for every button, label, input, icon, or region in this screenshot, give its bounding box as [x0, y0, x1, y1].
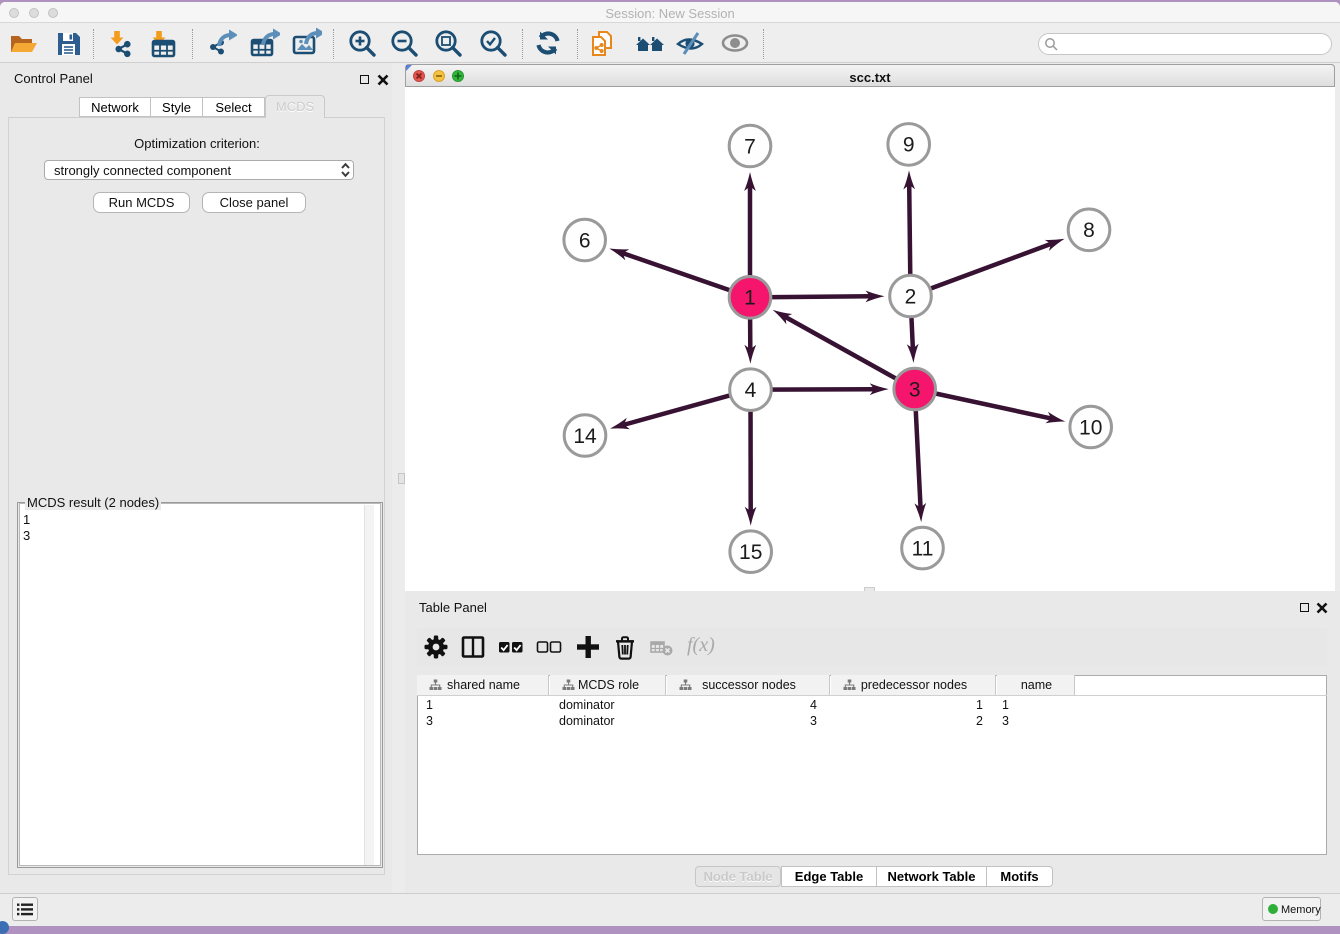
svg-text:8: 8: [1083, 219, 1095, 242]
svg-text:9: 9: [903, 134, 915, 157]
svg-text:14: 14: [573, 425, 597, 448]
svg-text:2: 2: [905, 285, 917, 308]
svg-text:7: 7: [744, 135, 756, 158]
svg-text:3: 3: [909, 378, 921, 401]
svg-text:11: 11: [912, 537, 934, 560]
svg-text:15: 15: [739, 541, 762, 564]
svg-text:1: 1: [744, 287, 756, 310]
svg-text:6: 6: [579, 229, 591, 252]
svg-text:4: 4: [745, 379, 757, 402]
svg-text:10: 10: [1079, 416, 1102, 439]
